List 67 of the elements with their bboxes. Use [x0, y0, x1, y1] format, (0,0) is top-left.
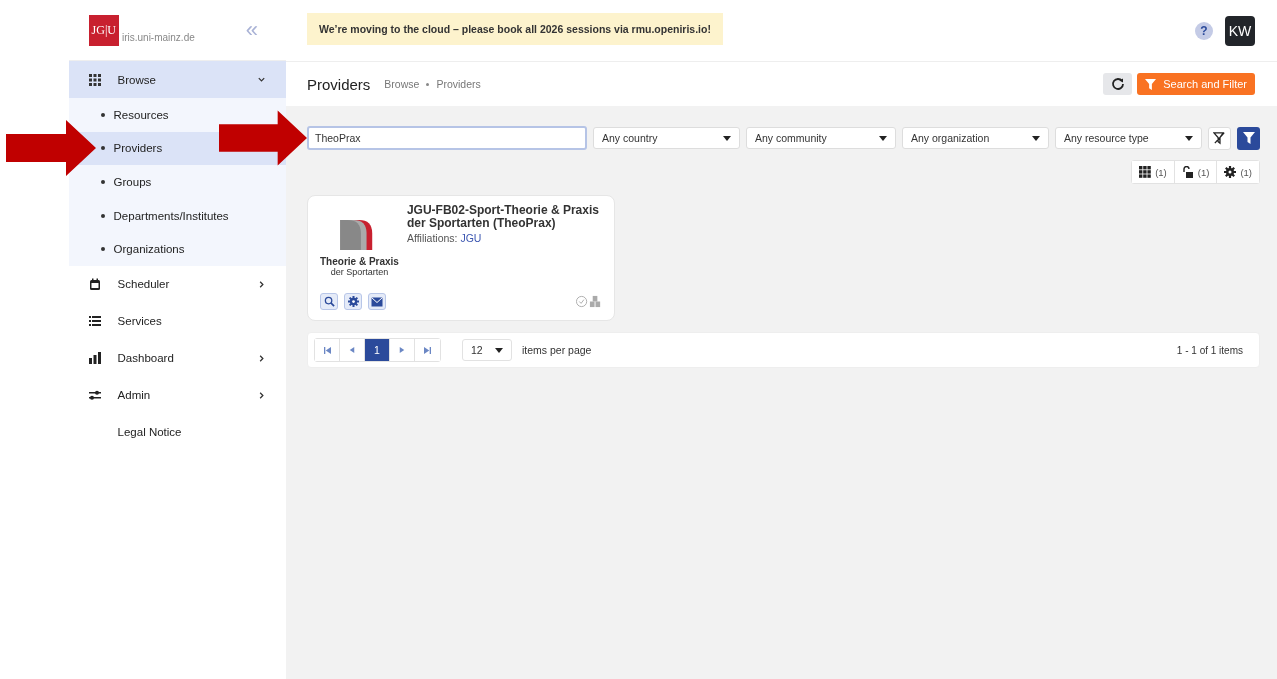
filter-off-icon: [1213, 131, 1226, 145]
filter-dropdown[interactable]: Any country: [593, 127, 740, 149]
sliders-icon: [88, 389, 101, 402]
chevron-down-icon: [257, 75, 266, 84]
filter-button[interactable]: [1237, 126, 1260, 150]
settings-button[interactable]: [344, 293, 362, 310]
nav-item[interactable]: Admin: [68, 376, 286, 414]
provider-title[interactable]: JGU-FB02-Sport-Theorie & Praxis der Sportarten (TheoPrax): [406, 204, 602, 231]
filter-dropdown[interactable]: Any organization: [902, 127, 1049, 149]
nav-item[interactable]: Legal Notice: [68, 413, 286, 451]
site-name: iris.uni-mainz.de: [121, 31, 195, 43]
view-button[interactable]: [320, 293, 338, 310]
chevron-right-icon: [257, 353, 266, 363]
first-page-button[interactable]: [315, 339, 340, 361]
breadcrumb-link[interactable]: Browse: [384, 78, 420, 90]
email-button[interactable]: [368, 293, 386, 310]
items-summary: 1 - 1 of 1 items: [1176, 344, 1243, 356]
filter-icon: [1145, 78, 1157, 90]
filter-dropdown[interactable]: Any resource type: [1055, 127, 1202, 149]
per-page-label: items per page: [522, 344, 592, 356]
first-page-icon: [323, 346, 331, 354]
unlocked-padlock-icon: [1181, 166, 1194, 178]
previous-page-icon: [349, 347, 355, 353]
logo-text: Theorie & Praxis: [320, 256, 399, 267]
notice-banner: We’re moving to the cloud – please book all 2026 sessions via rmu.openiris.io!: [307, 13, 723, 45]
gear-icon: [347, 296, 359, 307]
nav-item[interactable]: Scheduler: [68, 265, 286, 303]
sidebar-subitem[interactable]: Departments/Institutes: [100, 209, 229, 222]
breadcrumb-link[interactable]: Providers: [436, 78, 481, 90]
clear-filter-button[interactable]: [1208, 126, 1231, 150]
affiliations-text: Affiliations: JGU: [406, 232, 483, 245]
gear-icon: [1224, 166, 1237, 178]
page-title: Providers: [307, 75, 371, 93]
per-page-dropdown[interactable]: 12: [462, 339, 512, 361]
affiliation-link[interactable]: JGU: [460, 232, 482, 245]
sidebar-subitem[interactable]: Groups: [100, 176, 152, 188]
filter-icon: [1242, 132, 1255, 144]
sidebar-subitem[interactable]: Providers: [100, 142, 163, 155]
page-button[interactable]: 1: [365, 339, 390, 361]
filter-dropdown[interactable]: Any community: [746, 127, 896, 149]
breadcrumb-separator: [426, 82, 430, 86]
nav-item[interactable]: Services: [68, 302, 286, 340]
status-icons: [576, 295, 602, 308]
chevron-right-icon: [257, 390, 266, 400]
logo[interactable]: JG|U: [88, 14, 119, 46]
chevron-right-icon: [257, 279, 266, 289]
user-avatar[interactable]: KW: [1225, 15, 1255, 46]
provider-card[interactable]: Theorie & Praxis der Sportarten JGU-FB02-Sport-Theorie & Praxis der Sportarten (TheoPrax) Affiliations: JGU: [307, 195, 615, 321]
search-icon: [323, 296, 335, 307]
sidebar-subitem[interactable]: Resources: [100, 108, 169, 121]
next-page-icon: [399, 347, 405, 353]
sidebar-subitem[interactable]: Organizations: [100, 243, 185, 256]
refresh-icon: [1110, 77, 1125, 91]
search-field[interactable]: TheoPrax: [307, 126, 587, 150]
grid-icon: [1139, 166, 1152, 178]
logo-text: der Sportarten: [330, 267, 389, 277]
grid-icon: [88, 73, 101, 86]
nav-item[interactable]: Browse: [68, 61, 286, 98]
list-icon: [88, 315, 101, 328]
nav-item[interactable]: Dashboard: [68, 339, 286, 377]
last-page-icon: [424, 346, 431, 354]
envelope-icon: [371, 296, 383, 307]
count-button[interactable]: (1): [1132, 161, 1175, 183]
calendar-icon: [88, 278, 101, 291]
refresh-button[interactable]: [1103, 73, 1133, 95]
bar-chart-icon: [88, 352, 101, 365]
help-button[interactable]: ?: [1195, 21, 1213, 40]
